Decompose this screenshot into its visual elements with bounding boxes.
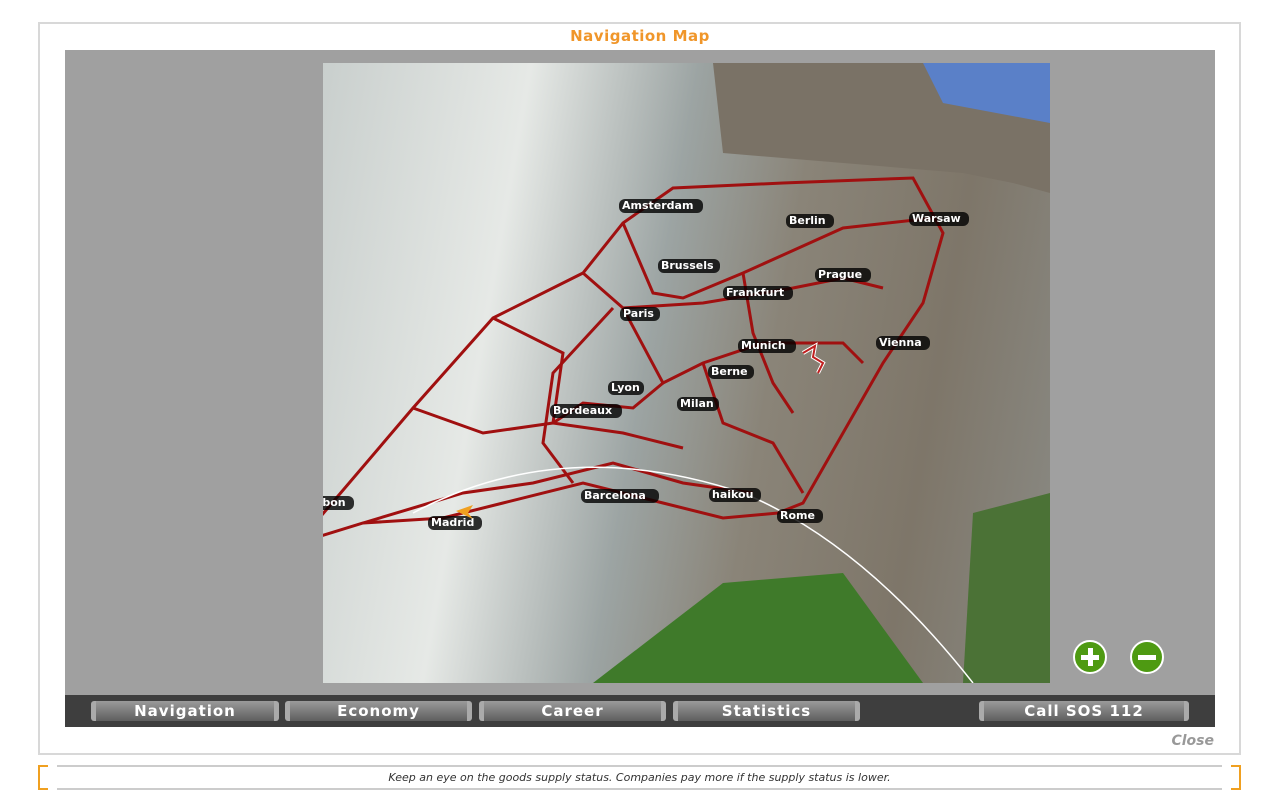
navigation-map[interactable]: Amsterdam Berlin Warsaw Brussels Prague … [323,63,1050,683]
city-brussels[interactable]: Brussels [661,259,714,272]
tip-bracket-left [38,765,48,790]
green-hill [593,573,923,683]
tip-bracket-right [1231,765,1241,790]
city-paris[interactable]: Paris [623,307,654,320]
city-rome[interactable]: Rome [780,509,815,522]
city-barcelona[interactable]: Barcelona [584,489,646,502]
city-labels: Amsterdam Berlin Warsaw Brussels Prague … [323,199,969,530]
city-bordeaux[interactable]: Bordeaux [553,404,612,417]
city-milan[interactable]: Milan [680,397,714,410]
map-canvas: Amsterdam Berlin Warsaw Brussels Prague … [323,63,1050,683]
city-lyon[interactable]: Lyon [611,381,640,394]
tip-text: Keep an eye on the goods supply status. … [57,765,1222,790]
city-prague[interactable]: Prague [818,268,862,281]
tab-navigation[interactable]: Navigation [91,701,279,721]
call-sos-button[interactable]: Call SOS 112 [979,701,1189,721]
tab-economy[interactable]: Economy [285,701,472,721]
close-button[interactable]: Close [1171,733,1214,749]
zoom-in-button[interactable] [1073,640,1107,674]
zoom-out-button[interactable] [1130,640,1164,674]
tab-statistics[interactable]: Statistics [673,701,860,721]
city-amsterdam[interactable]: Amsterdam [622,199,693,212]
city-frankfurt[interactable]: Frankfurt [726,286,784,299]
green-hill-right [963,493,1050,683]
city-vienna[interactable]: Vienna [879,336,922,349]
window-title: Navigation Map [570,27,710,45]
tab-career[interactable]: Career [479,701,666,721]
city-berlin[interactable]: Berlin [789,214,826,227]
city-munich[interactable]: Munich [741,339,786,352]
city-madrid[interactable]: Madrid [431,516,474,529]
minus-circle-icon [1138,655,1156,660]
city-lisbon[interactable]: Lisbon [323,496,346,509]
city-haikou[interactable]: haikou [712,488,753,501]
city-warsaw[interactable]: Warsaw [912,212,961,225]
city-berne[interactable]: Berne [711,365,748,378]
